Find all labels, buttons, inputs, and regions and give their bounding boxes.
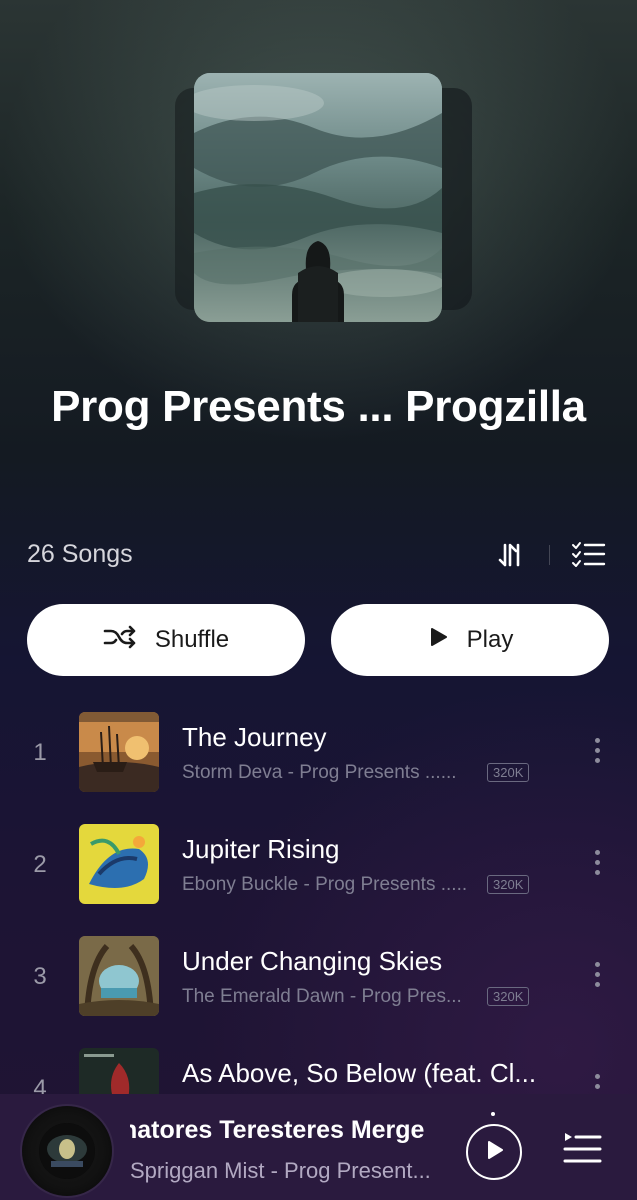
track-row[interactable]: 2 Jupiter Rising Ebony Buckle - Prog Pre…	[0, 824, 637, 924]
queue-icon[interactable]	[562, 1131, 602, 1167]
album-title: Prog Presents ... Progzilla	[51, 382, 586, 431]
now-playing-subtitle: Spriggan Mist - Prog Present...	[130, 1158, 431, 1183]
now-playing-artwork	[39, 1123, 95, 1179]
multi-select-list-icon[interactable]	[570, 540, 606, 570]
shuffle-label: Shuffle	[154, 626, 230, 653]
quality-badge: 320K	[487, 987, 530, 1006]
track-number: 2	[33, 851, 47, 878]
mini-play-button[interactable]	[466, 1124, 522, 1180]
more-options-icon[interactable]	[590, 850, 604, 880]
shuffle-icon	[103, 625, 137, 656]
now-playing-title: natores Teresteres Merge	[130, 1116, 425, 1144]
track-artwork	[79, 824, 159, 904]
shuffle-button[interactable]: Shuffle	[27, 604, 305, 676]
track-subtitle: The Emerald Dawn - Prog Pres...	[182, 986, 462, 1007]
play-icon	[427, 626, 449, 655]
track-title: Jupiter Rising	[182, 834, 340, 864]
track-title: The Journey	[182, 722, 327, 752]
track-artwork	[79, 712, 159, 792]
play-all-button[interactable]: Play	[331, 604, 609, 676]
header-divider	[549, 545, 550, 565]
now-playing-disc[interactable]	[22, 1106, 112, 1196]
track-title: Under Changing Skies	[182, 946, 443, 976]
track-subtitle: Storm Deva - Prog Presents ......	[182, 762, 457, 783]
songs-count: 26 Songs	[27, 540, 133, 568]
quality-badge: 320K	[487, 875, 530, 894]
play-label: Play	[466, 626, 514, 653]
track-title: As Above, So Below (feat. Cl...	[182, 1058, 537, 1088]
album-cover-area	[0, 0, 637, 360]
more-options-icon[interactable]	[590, 962, 604, 992]
play-icon	[483, 1139, 505, 1166]
progress-indicator	[491, 1112, 495, 1116]
track-row[interactable]: 1 The Journey Storm Deva - Prog Presents…	[0, 712, 637, 812]
more-options-icon[interactable]	[590, 738, 604, 768]
mini-player[interactable]: natores Teresteres Merge Spriggan Mist -…	[0, 1094, 637, 1200]
track-number: 1	[33, 739, 47, 766]
sort-icon[interactable]	[496, 541, 526, 569]
quality-badge: 320K	[487, 763, 530, 782]
track-artwork	[79, 936, 159, 1016]
track-subtitle: Ebony Buckle - Prog Presents .....	[182, 874, 468, 895]
album-cover[interactable]	[194, 73, 442, 322]
track-row[interactable]: 3 Under Changing Skies The Emerald Dawn …	[0, 936, 637, 1036]
track-number: 3	[33, 963, 47, 990]
